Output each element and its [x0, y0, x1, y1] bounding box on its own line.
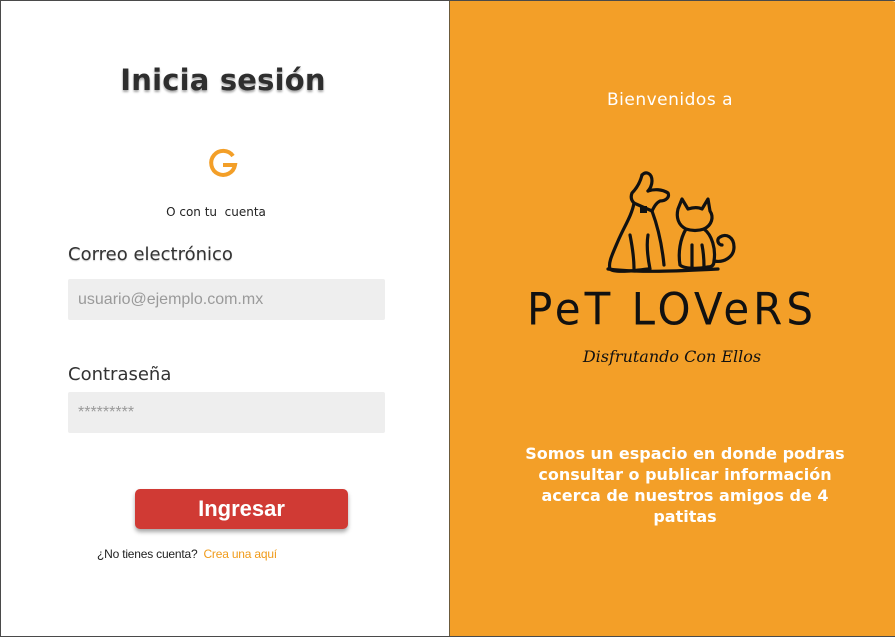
brand-tagline: Disfrutando Con Ellos: [582, 347, 762, 366]
alternative-login-text: O con tu cuenta: [166, 205, 266, 219]
email-field[interactable]: [68, 279, 385, 320]
google-login-button[interactable]: [204, 143, 242, 183]
page-title: Inicia sesión: [120, 63, 326, 97]
login-panel: Inicia sesión O con tu cuenta Correo ele…: [1, 1, 449, 636]
email-label: Correo electrónico: [68, 244, 233, 265]
login-window: Inicia sesión O con tu cuenta Correo ele…: [0, 0, 895, 637]
google-g-icon: [209, 148, 238, 177]
login-button[interactable]: Ingresar: [135, 489, 348, 529]
brand-name: PeT LOVeRS: [526, 283, 818, 336]
welcome-description: Somos un espacio en donde podras consult…: [525, 444, 845, 526]
signup-prompt: ¿No tienes cuenta? Crea una aquí: [97, 547, 277, 561]
welcome-panel: Bienvenidos a PeT LOVeRS Disfrutando Con…: [449, 1, 895, 636]
password-field[interactable]: [68, 392, 385, 433]
signup-link[interactable]: Crea una aquí: [203, 547, 277, 561]
welcome-heading: Bienvenidos a: [606, 90, 733, 110]
password-label: Contraseña: [68, 364, 172, 385]
dog-and-cat-icon: [606, 171, 736, 273]
signup-question: ¿No tienes cuenta?: [97, 547, 198, 561]
